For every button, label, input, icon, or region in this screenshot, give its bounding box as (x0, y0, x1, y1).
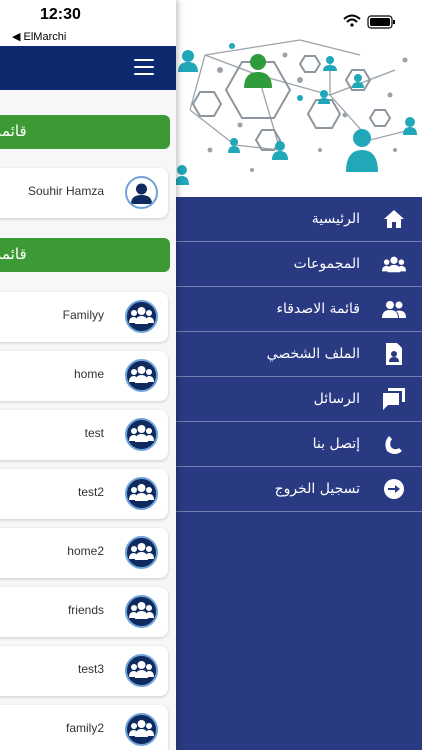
menu-item-home[interactable]: الرئيسية (175, 197, 422, 242)
nav-bar (0, 46, 176, 90)
group-name: test (84, 426, 104, 440)
group-name: home2 (67, 544, 104, 558)
section-title: قائمة (0, 122, 27, 140)
menu-item-logout[interactable]: تسجيل الخروج (175, 467, 422, 512)
group-avatar-icon (125, 477, 158, 510)
groups-icon (382, 252, 406, 276)
group-avatar-icon (125, 654, 158, 687)
main-panel: 12:30 ◀ ElMarchi قائمة Souhir Hamza قائم… (0, 0, 176, 750)
group-list-item[interactable]: test (0, 410, 168, 460)
phone-icon (382, 432, 406, 456)
user-avatar-icon (125, 176, 158, 209)
group-name: test3 (77, 662, 104, 676)
friend-name: Souhir Hamza (27, 184, 104, 198)
section-header-groups: قائمة (0, 238, 170, 272)
group-avatar-icon (125, 536, 158, 569)
group-avatar-icon (125, 359, 158, 392)
group-list-item[interactable]: test3 (0, 646, 168, 696)
messages-icon (382, 387, 406, 411)
menu-item-contact[interactable]: إتصل بنا (175, 422, 422, 467)
hamburger-menu-icon[interactable] (134, 59, 154, 75)
back-to-app-link[interactable]: ◀ ElMarchi (12, 30, 66, 43)
menu-item-label: تسجيل الخروج (274, 481, 360, 497)
group-avatar-icon (125, 713, 158, 746)
logout-icon (382, 477, 406, 501)
menu-item-label: إتصل بنا (312, 436, 360, 452)
group-name: Familyy (62, 308, 104, 322)
section-title: قائمة (0, 245, 27, 263)
menu-item-label: الملف الشخصي (266, 346, 360, 362)
home-icon (382, 207, 406, 231)
status-time: 12:30 (40, 6, 81, 23)
group-avatar-icon (125, 418, 158, 451)
profile-icon (382, 342, 406, 366)
menu-item-profile[interactable]: الملف الشخصي (175, 332, 422, 377)
group-list-item[interactable]: Familyy (0, 292, 168, 342)
group-list-item[interactable]: home2 (0, 528, 168, 578)
group-name: home (73, 367, 104, 381)
group-list-item[interactable]: family2 (0, 705, 168, 750)
battery-icon (367, 15, 395, 29)
group-name: test2 (77, 485, 104, 499)
group-list-item[interactable]: home (0, 351, 168, 401)
menu-item-label: الرسائل (313, 391, 360, 407)
group-list-item[interactable]: test2 (0, 469, 168, 519)
group-name: family2 (65, 721, 104, 735)
group-name: friends (67, 603, 104, 617)
section-header-friends: قائمة (0, 115, 170, 149)
group-avatar-icon (125, 595, 158, 628)
status-bar: 12:30 ◀ ElMarchi (0, 0, 176, 46)
wifi-icon (343, 14, 361, 27)
drawer-menu: الرئيسية المجموعات قائمة الاصدقاء الملف … (175, 197, 422, 512)
friend-list-item[interactable]: Souhir Hamza (0, 168, 168, 218)
friends-icon (382, 297, 406, 321)
menu-item-groups[interactable]: المجموعات (175, 242, 422, 287)
group-list-item[interactable]: friends (0, 587, 168, 637)
menu-item-label: قائمة الاصدقاء (276, 301, 360, 317)
menu-item-messages[interactable]: الرسائل (175, 377, 422, 422)
menu-item-label: المجموعات (293, 256, 360, 272)
group-avatar-icon (125, 300, 158, 333)
menu-item-label: الرئيسية (311, 211, 360, 227)
menu-item-friends[interactable]: قائمة الاصدقاء (175, 287, 422, 332)
